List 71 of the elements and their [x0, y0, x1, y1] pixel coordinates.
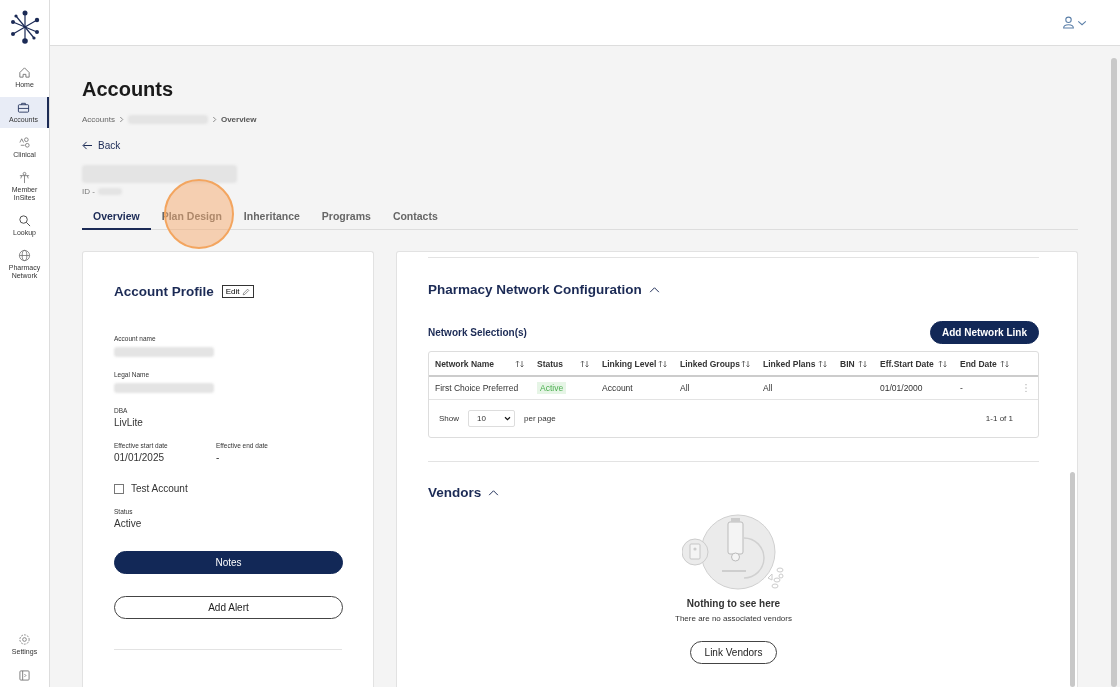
checkbox-label: Test Account	[131, 483, 188, 494]
column-header[interactable]: Linking Level	[602, 358, 657, 369]
globe-icon	[18, 249, 31, 263]
chevron-right-icon	[118, 116, 124, 123]
column-header[interactable]: Linked Groups	[680, 358, 740, 369]
table-cell: All	[680, 383, 690, 393]
field-value: Active	[114, 518, 143, 529]
figure-icon	[18, 171, 31, 185]
arrow-left-icon	[82, 141, 93, 150]
link-vendors-button[interactable]: Link Vendors	[689, 641, 778, 664]
sort-icon[interactable]	[580, 359, 590, 368]
pencil-icon	[241, 287, 250, 296]
table-cell: -	[960, 383, 963, 393]
add-network-link-button[interactable]: Add Network Link	[930, 321, 1039, 344]
home-icon	[18, 66, 31, 79]
column-header[interactable]: End Date	[960, 358, 997, 369]
sort-icon[interactable]	[741, 359, 751, 368]
page-title: Accounts	[82, 78, 175, 101]
section-title: Pharmacy Network Configuration	[428, 282, 642, 297]
sort-icon[interactable]	[938, 359, 948, 368]
per-page-label: per page	[524, 414, 556, 423]
tab[interactable]: Inheritance	[232, 204, 311, 229]
card-title: Account Profile	[114, 284, 214, 299]
column-header[interactable]: Network Name	[435, 358, 495, 369]
column-header[interactable]: Linked Plans	[763, 358, 816, 369]
show-label: Show	[439, 414, 459, 423]
tab[interactable]: Contacts	[381, 204, 449, 229]
chevron-down-icon	[504, 416, 511, 421]
add-alert-button[interactable]: Add Alert	[114, 596, 343, 619]
pagination-range: 1-1 of 1	[985, 414, 1013, 423]
table-cell: First Choice Preferred	[435, 383, 519, 393]
field-value: 01/01/2025	[114, 452, 166, 463]
breadcrumb-link[interactable]: Accounts	[82, 115, 115, 124]
briefcase-icon	[17, 101, 30, 115]
sort-icon[interactable]	[1000, 359, 1010, 368]
settings-icon	[18, 632, 31, 646]
checkbox[interactable]	[114, 483, 124, 494]
chevron-icon[interactable]	[648, 286, 660, 293]
tab[interactable]: Programs	[310, 204, 382, 229]
clinical-icon	[18, 136, 31, 150]
id-label: ID -	[82, 187, 95, 196]
empty-state-title: Nothing to see here	[686, 598, 781, 609]
sort-icon[interactable]	[858, 359, 868, 368]
sort-icon[interactable]	[818, 359, 828, 368]
chevron-icon[interactable]	[488, 489, 500, 496]
tab[interactable]: Overview	[82, 204, 151, 230]
section-title: Vendors	[428, 485, 482, 500]
click-highlight	[164, 179, 234, 249]
search-icon	[18, 214, 31, 228]
page-size-select[interactable]: 10	[468, 410, 515, 427]
column-header[interactable]: Status	[537, 358, 563, 369]
sort-icon[interactable]	[515, 359, 525, 368]
user-icon	[1062, 16, 1088, 29]
table-cell: 01/01/2000	[880, 383, 923, 393]
back-link[interactable]: Back	[82, 140, 1078, 151]
breadcrumb-current: Overview	[220, 115, 257, 124]
subsection-title: Network Selection(s)	[428, 327, 527, 338]
field-value: LivLite	[114, 417, 144, 428]
empty-state-text: There are no associated vendors	[675, 614, 792, 623]
chevron-right-icon	[211, 116, 217, 123]
table-cell: All	[763, 383, 773, 393]
notes-button[interactable]: Notes	[114, 551, 343, 574]
table-cell: Account	[602, 383, 633, 393]
edit-button[interactable]: Edit	[221, 285, 254, 298]
column-header[interactable]: Eff.Start Date	[880, 358, 934, 369]
status-badge: Active	[537, 382, 567, 394]
collapse-sidebar-icon[interactable]	[19, 670, 30, 681]
sort-icon[interactable]	[658, 359, 668, 368]
column-header[interactable]: BIN	[840, 358, 855, 369]
field-value: -	[216, 452, 221, 463]
logo-icon	[9, 10, 40, 44]
